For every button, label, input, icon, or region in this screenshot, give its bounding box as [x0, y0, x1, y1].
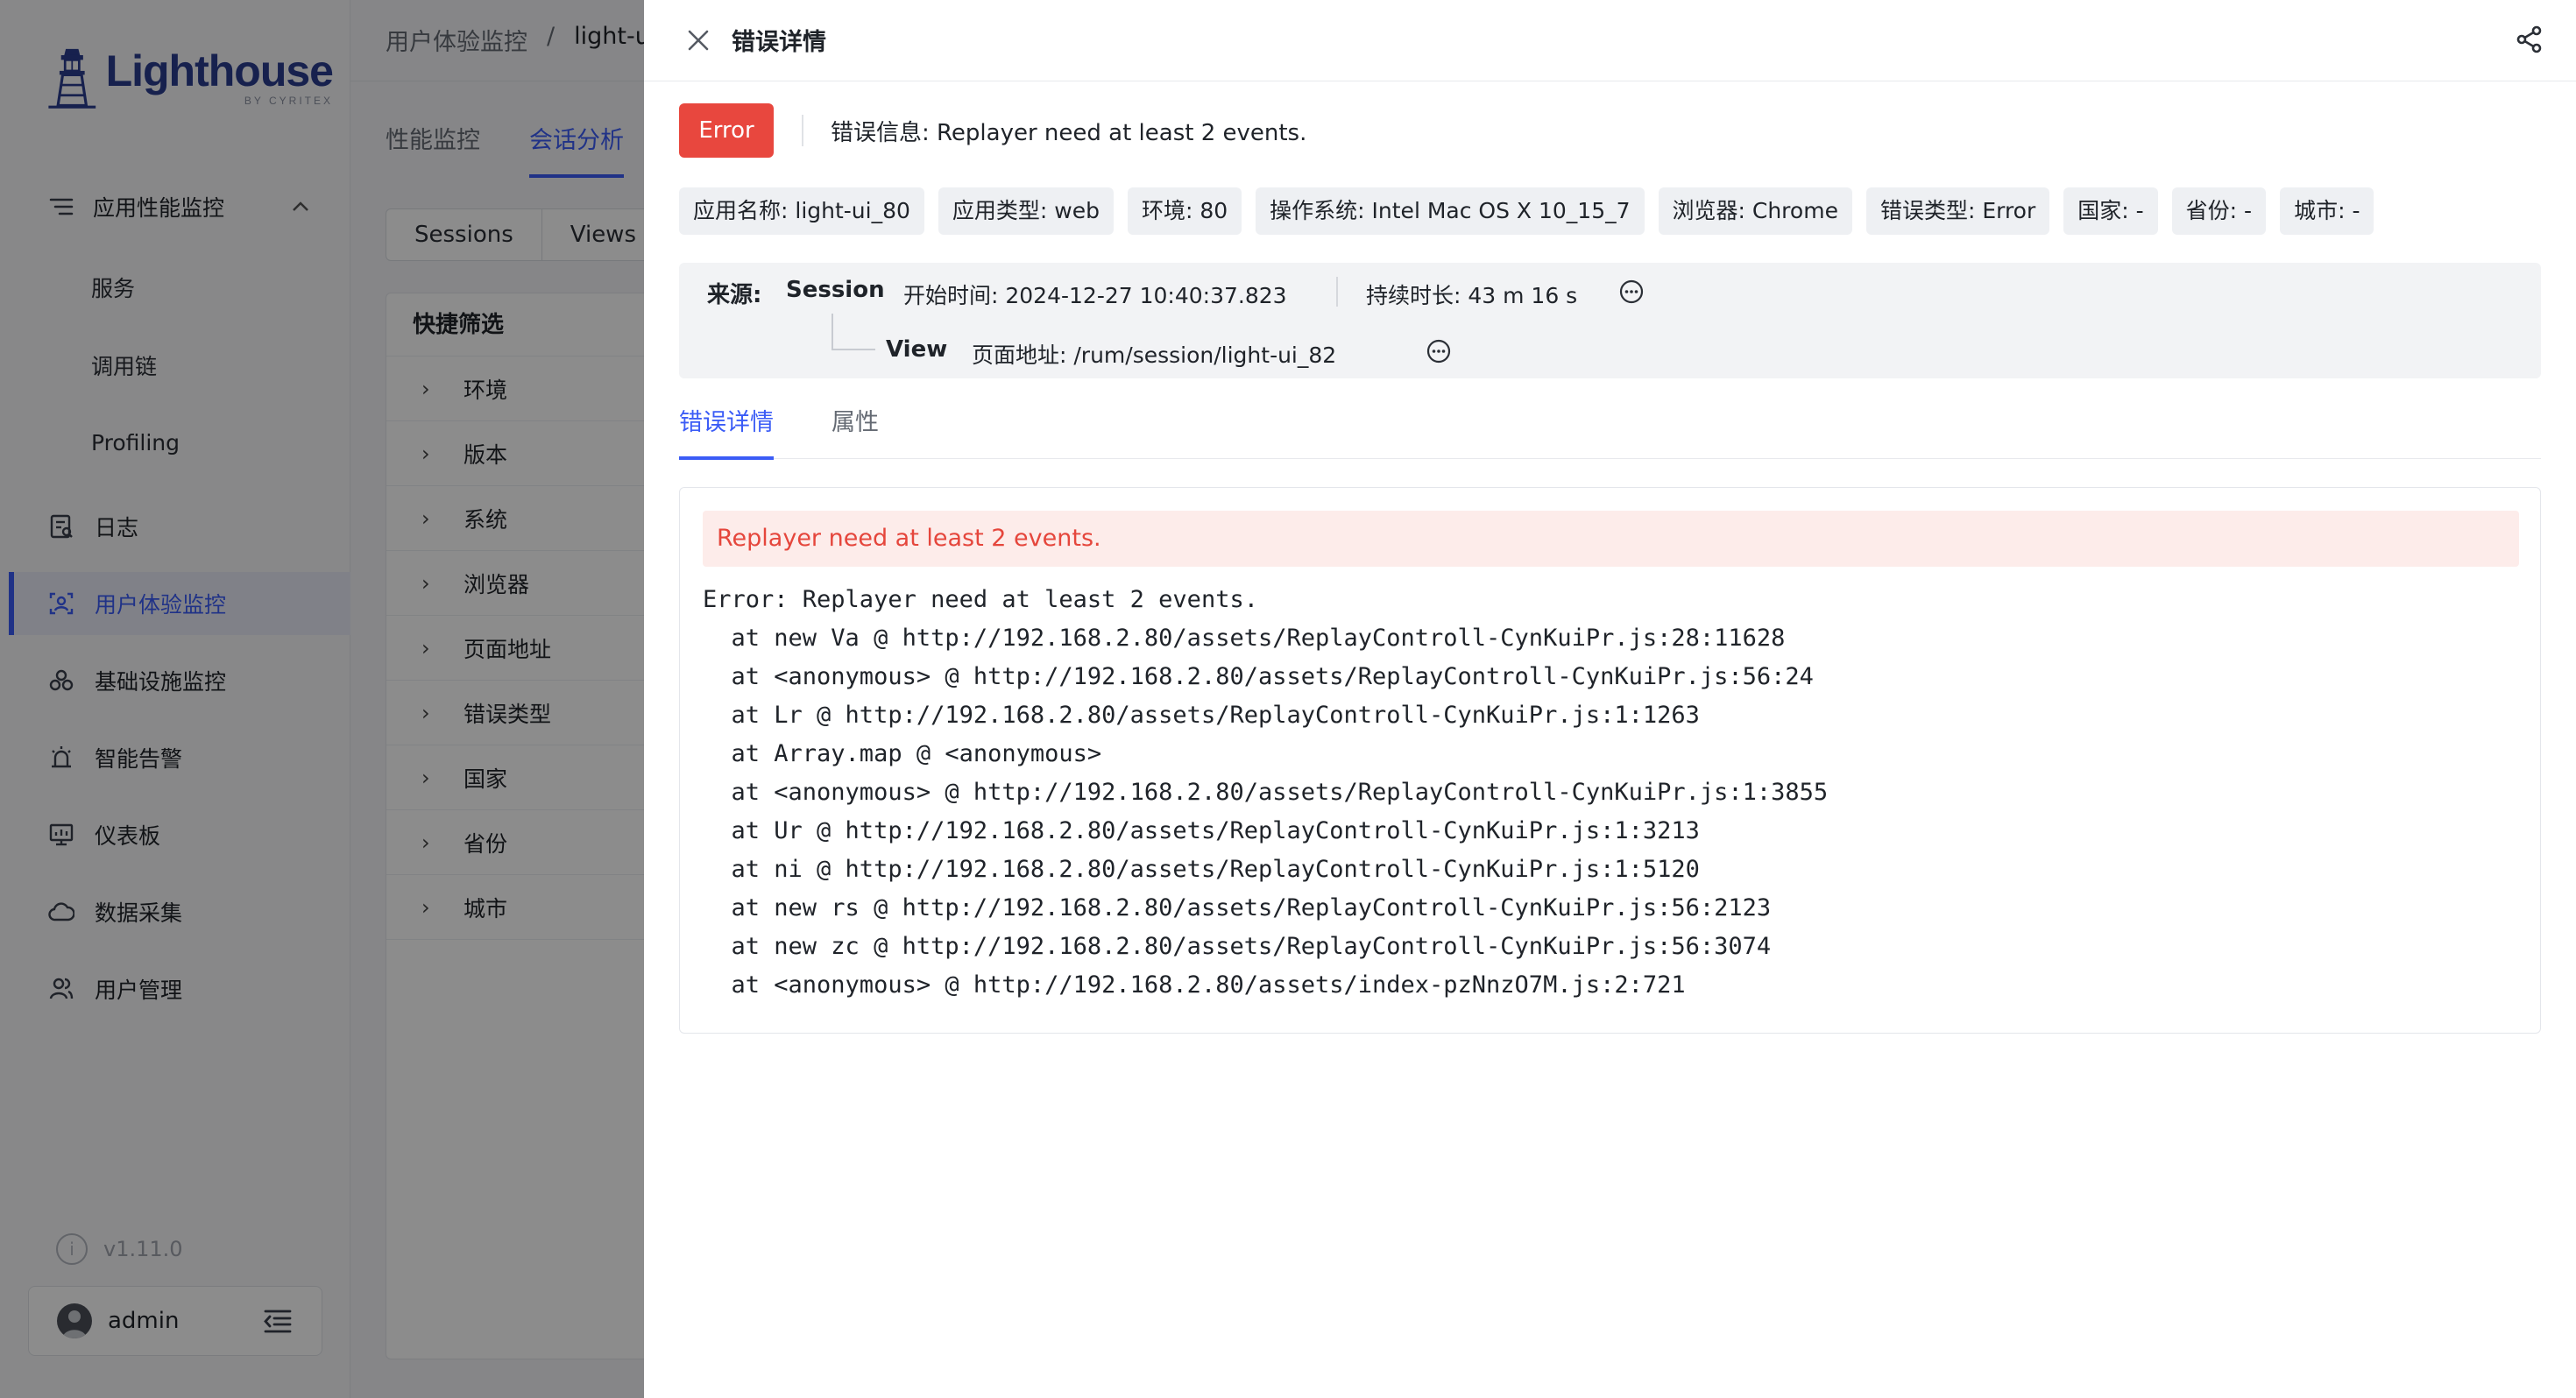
tab-error-detail[interactable]: 错误详情	[679, 403, 774, 460]
stack-line: at ni @ http://192.168.2.80/assets/Repla…	[703, 856, 1700, 883]
tag-error-type: 错误类型: Error	[1865, 187, 2050, 235]
stack-line: at <anonymous> @ http://192.168.2.80/ass…	[703, 779, 1829, 806]
more-options-icon[interactable]	[1618, 279, 1645, 305]
stack-line: at new rs @ http://192.168.2.80/assets/R…	[703, 894, 1772, 921]
divider	[1336, 277, 1338, 307]
share-icon[interactable]	[2515, 25, 2544, 54]
stack-line: Error: Replayer need at least 2 events.	[703, 586, 1258, 613]
tag-country: 国家: -	[2063, 187, 2158, 235]
tag-os: 操作系统: Intel Mac OS X 10_15_7	[1256, 187, 1645, 235]
source-session[interactable]: Session	[786, 277, 885, 303]
error-detail-drawer: 错误详情 Error 错误信息: Replayer need at least …	[644, 0, 2576, 1398]
divider	[802, 115, 803, 146]
source-label: 来源:	[707, 282, 762, 308]
source-view[interactable]: View	[886, 336, 947, 363]
error-badge: Error	[679, 103, 774, 158]
stack-line: at Lr @ http://192.168.2.80/assets/Repla…	[703, 702, 1700, 729]
source-box: 来源: Session 开始时间: 2024-12-27 10:40:37.82…	[679, 263, 2541, 378]
tag-browser: 浏览器: Chrome	[1658, 187, 1852, 235]
stack-line: at Ur @ http://192.168.2.80/assets/Repla…	[703, 817, 1700, 844]
tag-app-name: 应用名称: light-ui_80	[679, 187, 924, 235]
stack-line: at <anonymous> @ http://192.168.2.80/ass…	[703, 663, 1814, 690]
tag-env: 环境: 80	[1127, 187, 1242, 235]
tree-connector	[832, 314, 875, 350]
stack-line: at new zc @ http://192.168.2.80/assets/R…	[703, 933, 1772, 960]
attribute-tags: 应用名称: light-ui_80 应用类型: web 环境: 80 操作系统:…	[679, 187, 2374, 235]
tag-app-type: 应用类型: web	[938, 187, 1114, 235]
close-icon[interactable]	[684, 26, 712, 54]
tag-city: 城市: -	[2280, 187, 2374, 235]
session-start-time: 开始时间: 2024-12-27 10:40:37.823	[903, 283, 1287, 308]
tab-attributes[interactable]: 属性	[832, 403, 879, 456]
drawer-header: 错误详情	[644, 0, 2576, 81]
error-alert: Replayer need at least 2 events.	[703, 511, 2519, 567]
view-page-url: 页面地址: /rum/session/light-ui_82	[972, 342, 1337, 368]
more-options-icon[interactable]	[1426, 338, 1452, 364]
tag-province: 省份: -	[2171, 187, 2267, 235]
stack-line: at Array.map @ <anonymous>	[703, 740, 1102, 767]
modal-overlay[interactable]	[0, 0, 644, 1398]
stack-trace: Error: Replayer need at least 2 events. …	[703, 581, 1828, 1005]
session-duration: 持续时长: 43 m 16 s	[1366, 283, 1578, 308]
drawer-title: 错误详情	[732, 29, 826, 56]
stack-trace-box: Replayer need at least 2 events. Error: …	[679, 487, 2541, 1034]
detail-tabs: 错误详情 属性	[679, 396, 2541, 460]
error-message: 错误信息: Replayer need at least 2 events.	[831, 120, 1307, 146]
stack-line: at <anonymous> @ http://192.168.2.80/ass…	[703, 971, 1686, 999]
stack-line: at new Va @ http://192.168.2.80/assets/R…	[703, 625, 1786, 652]
